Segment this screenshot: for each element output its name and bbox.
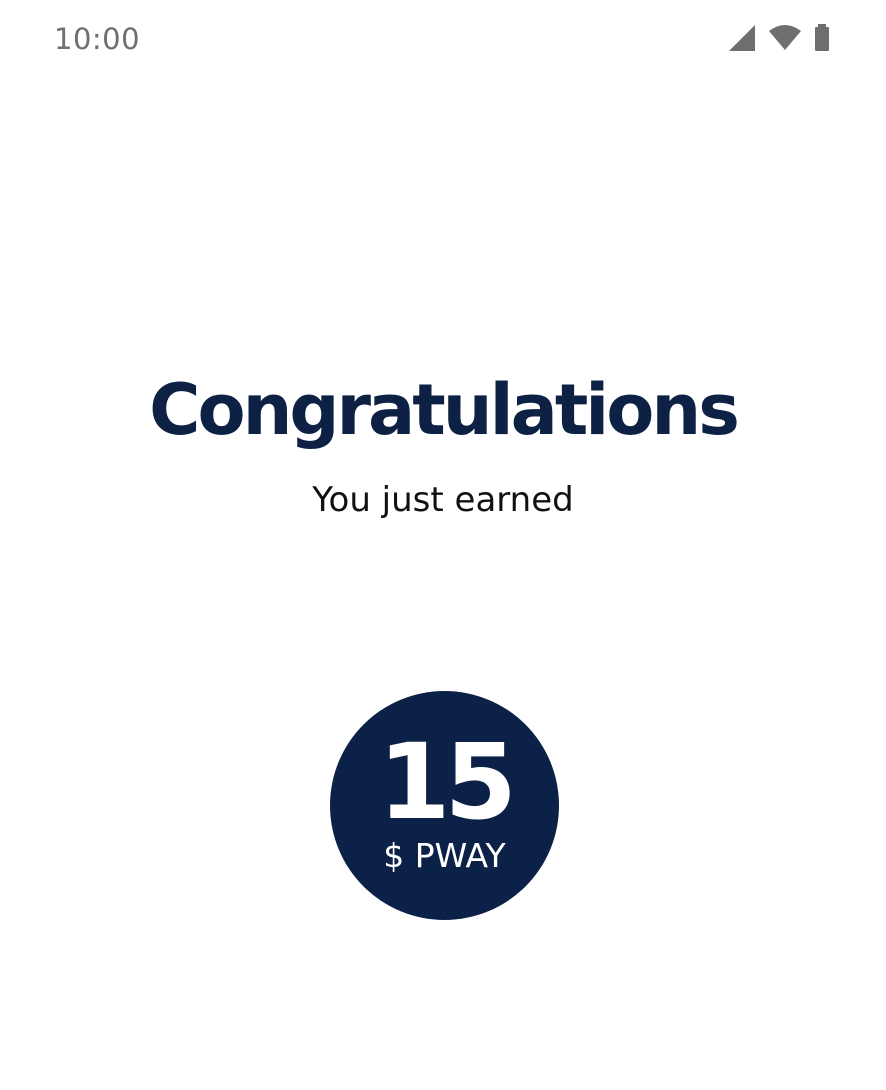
reward-currency: $ PWAY [383,836,506,875]
reward-amount: 15 [378,721,517,843]
congratulations-heading: Congratulations [149,369,740,451]
reward-badge: 15 $ PWAY [330,691,559,920]
status-bar: 10:00 [0,0,886,80]
status-time: 10:00 [54,22,141,56]
battery-icon [814,24,830,52]
wifi-icon [768,24,802,52]
signal-icon [728,24,756,52]
status-icons [728,24,830,52]
earned-subheading: You just earned [312,480,574,520]
